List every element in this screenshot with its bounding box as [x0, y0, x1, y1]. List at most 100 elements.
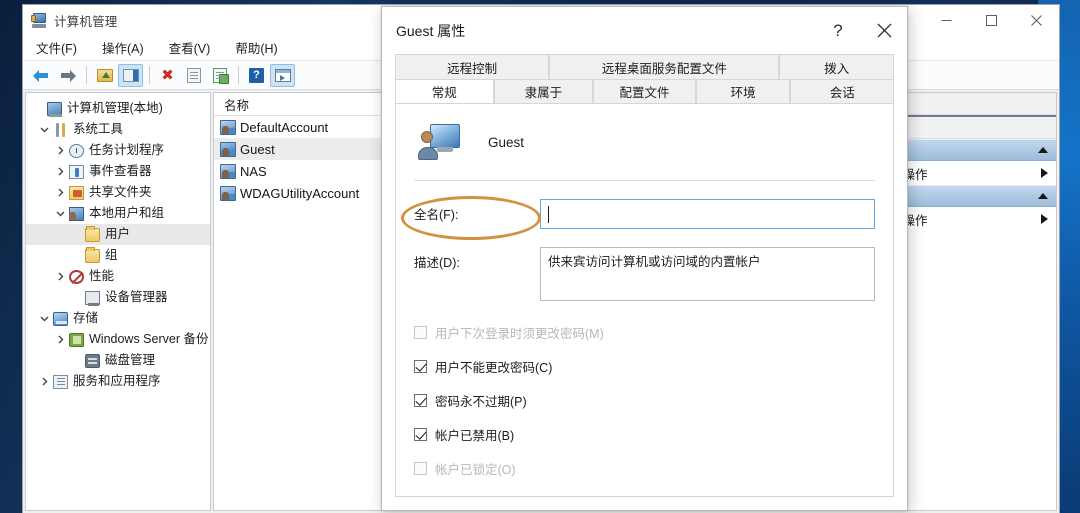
show-hide-action-pane-button[interactable]: [270, 63, 295, 87]
checkbox-label: 帐户已锁定(O): [435, 463, 516, 477]
description-input[interactable]: 供来宾访问计算机或访问域的内置帐户: [540, 247, 875, 301]
maximize-button[interactable]: [969, 5, 1014, 35]
collapse-triangle-icon[interactable]: [1038, 147, 1048, 153]
chevron-right-icon[interactable]: [52, 335, 68, 344]
dialog-help-button[interactable]: ?: [815, 7, 861, 54]
list-item-label: Guest: [240, 141, 275, 157]
back-button[interactable]: [29, 64, 54, 87]
tree-item-shared-folders[interactable]: 共享文件夹: [26, 182, 210, 203]
properties-button[interactable]: [181, 64, 206, 87]
tree-item-disk-management[interactable]: 磁盘管理: [26, 350, 210, 371]
tab-sessions[interactable]: 会话: [790, 79, 894, 104]
checkbox-account-disabled[interactable]: [414, 428, 427, 441]
console-pane-icon: [122, 68, 139, 82]
general-tab-panel: Guest 全名(F): 描述(D): 供来宾访问计算机或访问域的内置帐户 用户…: [395, 104, 894, 497]
tab-profile[interactable]: 配置文件: [593, 79, 696, 104]
chevron-right-icon[interactable]: [52, 272, 68, 281]
tree-item-services-and-applications[interactable]: 服务和应用程序: [26, 371, 210, 392]
full-name-input[interactable]: [540, 199, 875, 229]
tab-row-secondary: 远程控制 远程桌面服务配置文件 拨入: [395, 54, 894, 79]
account-username: Guest: [488, 134, 525, 150]
checkbox-row-must-change-password[interactable]: 用户下次登录时须更改密码(M): [414, 323, 875, 342]
back-arrow-icon: [33, 69, 50, 82]
checkbox-password-never-expires[interactable]: [414, 394, 427, 407]
tree-item-groups[interactable]: 组: [26, 245, 210, 266]
full-name-row: 全名(F):: [414, 199, 875, 229]
chevron-right-icon[interactable]: [36, 377, 52, 386]
services-icon: [52, 374, 69, 389]
tree-item-local-users-and-groups[interactable]: 本地用户和组: [26, 203, 210, 224]
minimize-button[interactable]: [924, 5, 969, 35]
folder-up-icon: [96, 68, 113, 82]
tree-item-task-scheduler[interactable]: 任务计划程序: [26, 140, 210, 161]
tree-item-label: 设备管理器: [105, 290, 168, 305]
tree-item-system-tools[interactable]: 系统工具: [26, 119, 210, 140]
checkbox-label: 用户下次登录时须更改密码(M): [435, 327, 604, 341]
help-button[interactable]: ?: [244, 64, 269, 87]
menu-item-view[interactable]: 查看(V): [165, 36, 222, 59]
tab-rds-profile[interactable]: 远程桌面服务配置文件: [549, 54, 780, 79]
chevron-down-icon[interactable]: [36, 314, 52, 323]
tab-remote-control[interactable]: 远程控制: [395, 54, 550, 79]
menu-item-file[interactable]: 文件(F): [32, 36, 88, 59]
chevron-right-icon[interactable]: [52, 146, 68, 155]
tab-member-of[interactable]: 隶属于: [493, 79, 594, 104]
export-list-button[interactable]: [207, 64, 232, 87]
account-identity: Guest: [414, 118, 875, 166]
main-window-title: 计算机管理: [54, 14, 118, 29]
tab-environment[interactable]: 环境: [695, 79, 791, 104]
checkbox-row-cannot-change-password[interactable]: 用户不能更改密码(C): [414, 357, 875, 376]
tree-item-label: 存储: [73, 311, 99, 326]
tree-item-label: 本地用户和组: [89, 206, 165, 221]
tree-item-storage[interactable]: 存储: [26, 308, 210, 329]
chevron-down-icon[interactable]: [36, 125, 52, 134]
tree-item-label: 磁盘管理: [105, 353, 156, 368]
description-row: 描述(D): 供来宾访问计算机或访问域的内置帐户: [414, 247, 875, 301]
device-manager-icon: [84, 290, 101, 306]
tree-item-windows-server-backup[interactable]: Windows Server 备份: [26, 329, 210, 350]
tree-item-performance[interactable]: 性能: [26, 266, 210, 287]
show-hide-console-tree-button[interactable]: [118, 63, 143, 87]
tree-item-computer-management[interactable]: 计算机管理(本地): [26, 98, 210, 119]
tree-item-device-manager[interactable]: 设备管理器: [26, 287, 210, 308]
tab-general[interactable]: 常规: [395, 79, 494, 104]
performance-icon: [68, 269, 85, 284]
event-viewer-icon: [68, 164, 85, 179]
red-x-icon: ✖: [161, 66, 174, 84]
dialog-close-button[interactable]: [861, 7, 907, 54]
tools-icon: [52, 122, 69, 137]
checkbox-row-account-disabled[interactable]: 帐户已禁用(B): [414, 425, 875, 444]
window-controls: [924, 5, 1059, 35]
tab-dial-in[interactable]: 拨入: [779, 54, 894, 79]
chevron-right-icon[interactable]: [52, 188, 68, 197]
checkbox-label: 密码永不过期(P): [435, 395, 527, 409]
forward-arrow-icon: [59, 69, 76, 82]
forward-button[interactable]: [55, 64, 80, 87]
up-folder-button[interactable]: [92, 64, 117, 87]
computer-management-icon: [31, 12, 47, 28]
users-groups-icon: [68, 206, 85, 221]
properties-doc-icon: [186, 67, 201, 83]
checkbox-row-account-locked[interactable]: 帐户已锁定(O): [414, 459, 875, 478]
divider: [414, 180, 875, 181]
folder-icon: [84, 246, 101, 263]
dialog-title: Guest 属性: [396, 22, 466, 39]
menu-item-action[interactable]: 操作(A): [98, 36, 155, 59]
disk-icon: [84, 353, 101, 368]
chevron-right-icon[interactable]: [52, 167, 68, 176]
collapse-triangle-icon[interactable]: [1038, 193, 1048, 199]
menu-item-help[interactable]: 帮助(H): [231, 36, 288, 59]
checkbox-account-locked: [414, 462, 427, 475]
tree-item-users[interactable]: 用户: [26, 224, 210, 245]
checkbox-row-password-never-expires[interactable]: 密码永不过期(P): [414, 391, 875, 410]
tree-item-label: 任务计划程序: [89, 143, 165, 158]
tree-item-label: 系统工具: [73, 122, 124, 137]
chevron-down-icon[interactable]: [52, 209, 68, 218]
checkbox-cannot-change-password[interactable]: [414, 360, 427, 373]
tree-item-label: 性能: [89, 269, 115, 284]
tree-item-event-viewer[interactable]: 事件查看器: [26, 161, 210, 182]
delete-button[interactable]: ✖: [155, 64, 180, 87]
computer-icon: [46, 101, 63, 117]
toolbar-separator: [86, 66, 87, 84]
close-button[interactable]: [1014, 5, 1059, 35]
